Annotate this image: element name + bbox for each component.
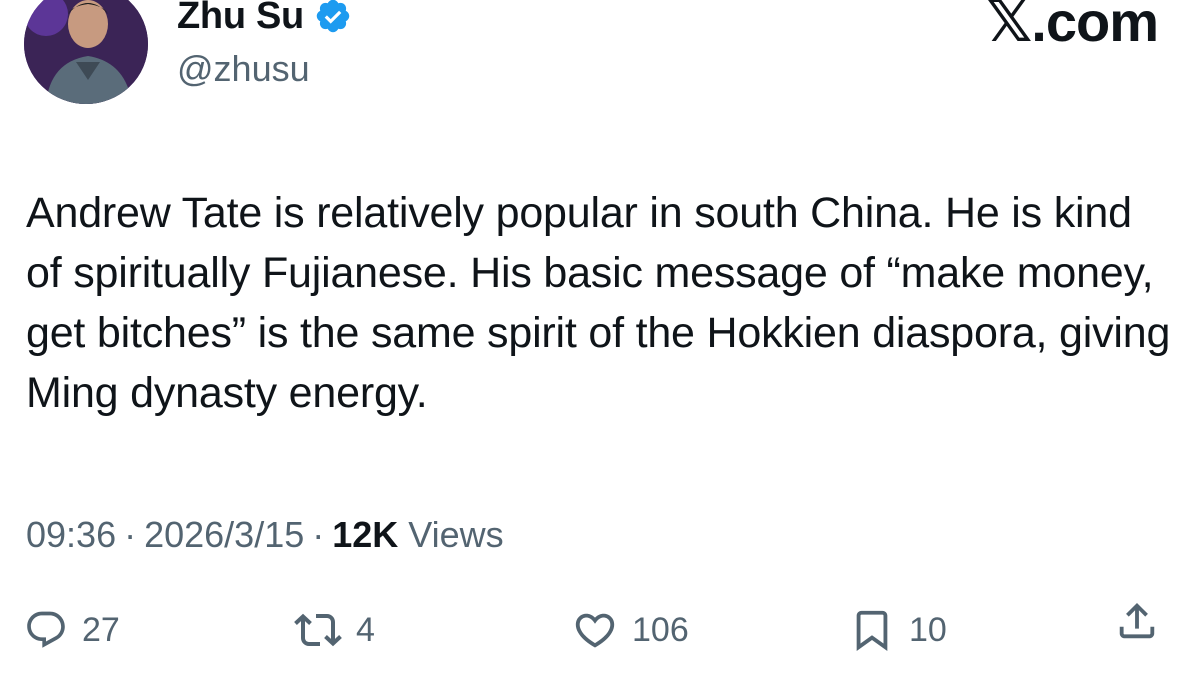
tweet-date[interactable]: 2026/3/15 (144, 513, 304, 557)
retweet-button[interactable]: 4 (294, 598, 375, 662)
brand-suffix: .com (1031, 0, 1159, 53)
share-icon (1119, 602, 1155, 639)
bookmark-icon (856, 610, 888, 651)
retweet-icon (294, 613, 342, 647)
x-logo-icon: 𝕏 (985, 0, 1033, 55)
bookmark-count: 10 (909, 611, 947, 649)
avatar-image (24, 0, 148, 104)
x-com-watermark: 𝕏 .com (985, 0, 1159, 55)
reply-button[interactable]: 27 (24, 598, 120, 662)
bookmark-button[interactable]: 10 (849, 598, 947, 662)
tweet-text: Andrew Tate is relatively popular in sou… (26, 189, 1171, 417)
tweet-actions-bar: 27 4 106 10 (0, 598, 1200, 662)
views-count: 12K (332, 514, 399, 555)
display-name[interactable]: Zhu Su (177, 0, 304, 38)
author-handle[interactable]: @zhusu (177, 48, 310, 90)
like-count: 106 (632, 611, 689, 649)
meta-separator: · (124, 514, 137, 555)
tweet-time[interactable]: 09:36 (26, 513, 116, 557)
retweet-count: 4 (356, 611, 375, 649)
reply-icon (27, 611, 65, 648)
like-button[interactable]: 106 (572, 598, 689, 662)
views-label: Views (408, 514, 504, 555)
avatar[interactable] (24, 0, 148, 104)
meta-separator: · (312, 514, 325, 555)
heart-icon (575, 613, 615, 648)
author-name-row[interactable]: Zhu Su (177, 0, 352, 38)
verified-badge-icon[interactable] (314, 0, 352, 35)
reply-count: 27 (82, 611, 120, 649)
tweet-meta: 09:36 · 2026/3/15 · 12K Views (26, 513, 504, 557)
share-button[interactable] (1114, 598, 1160, 644)
